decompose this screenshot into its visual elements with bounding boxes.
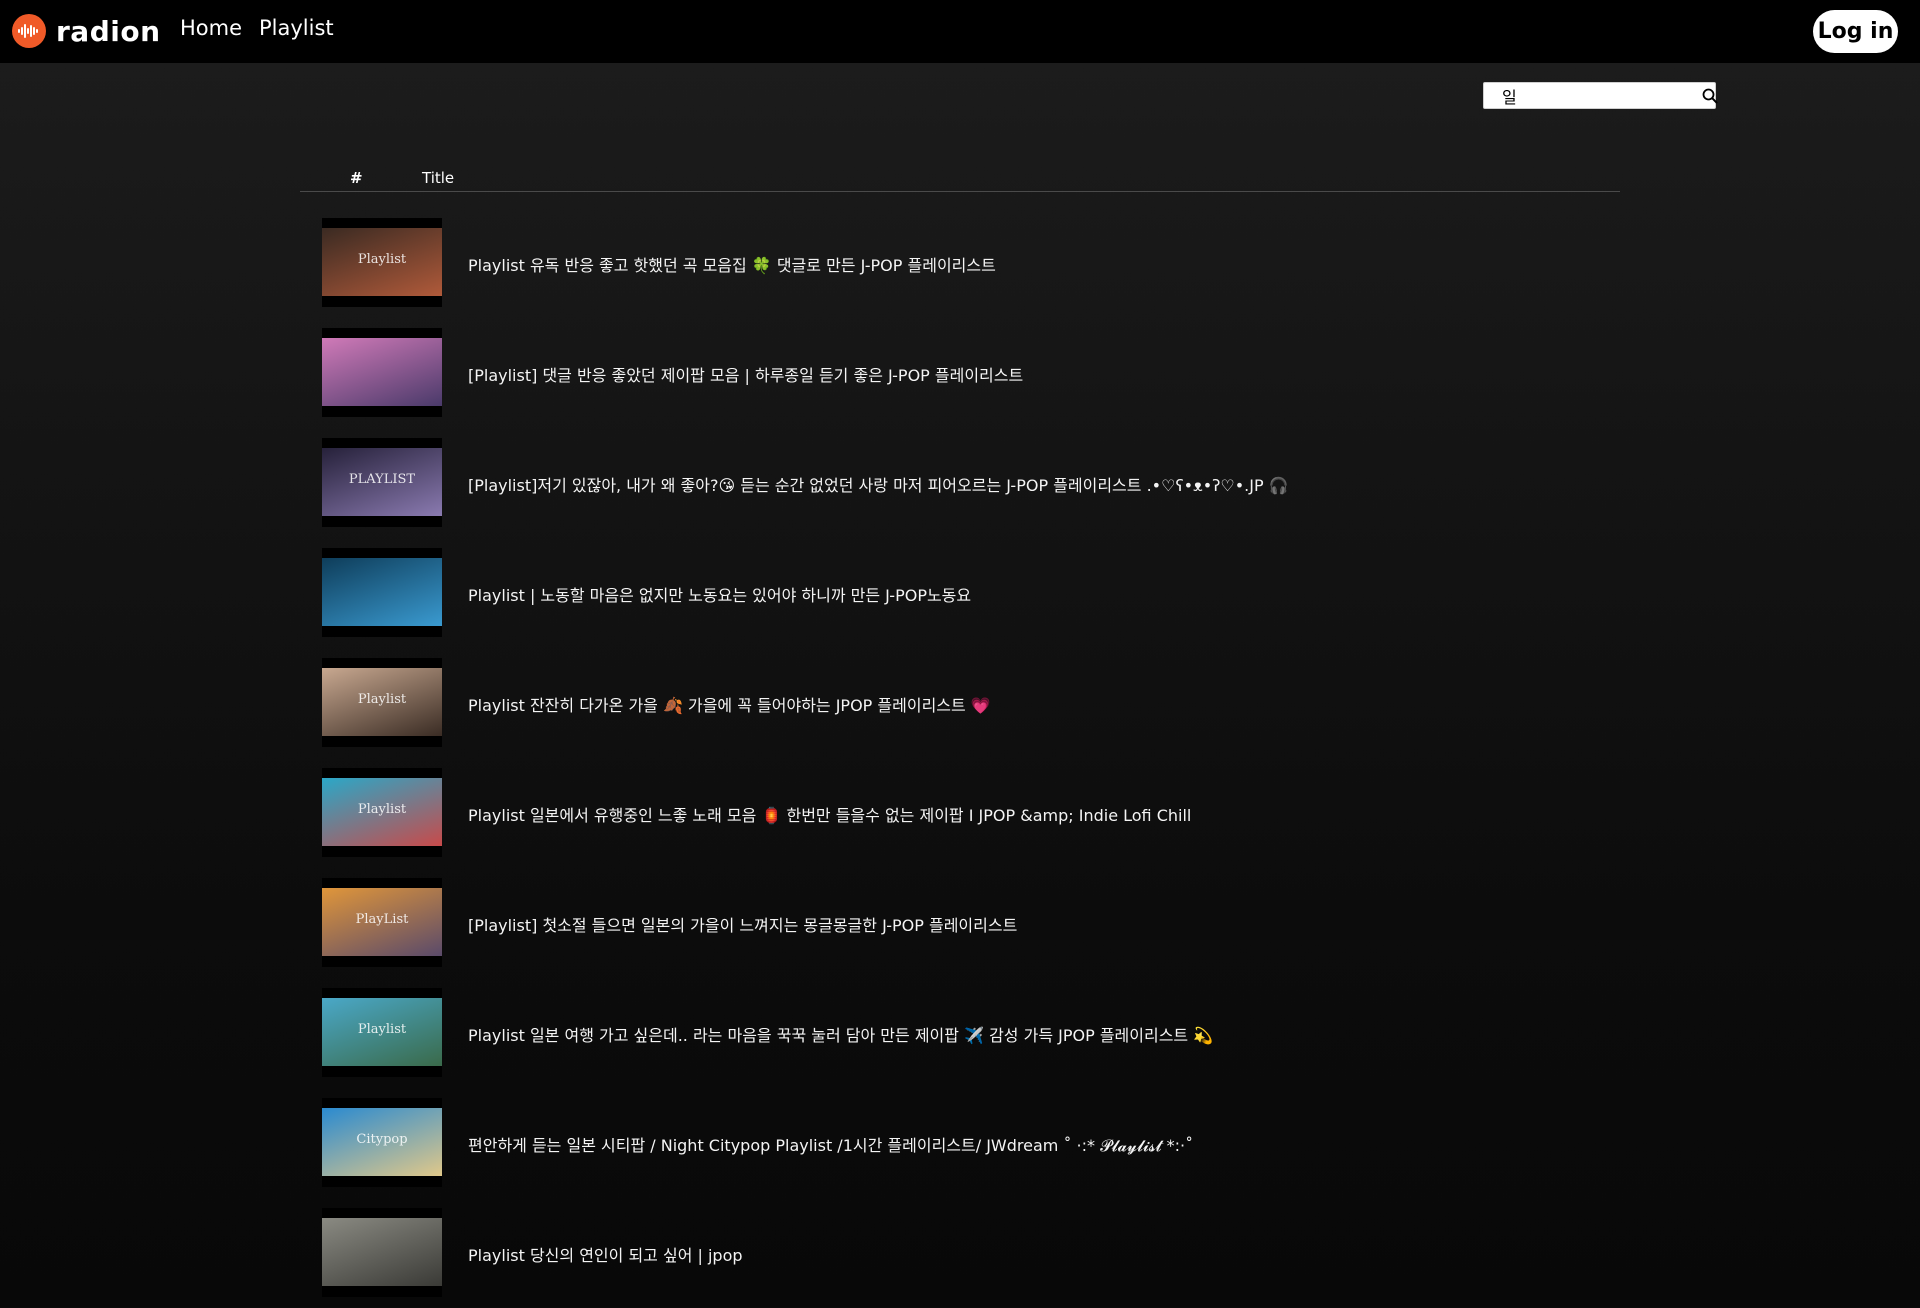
main-nav: Home Playlist (180, 16, 334, 40)
playlist-title[interactable]: Playlist | 노동할 마음은 없지만 노동요는 있어야 하니까 만든 J… (468, 582, 971, 606)
playlist-title[interactable]: [Playlist] 댓글 반응 좋았던 제이팝 모음 | 하루종일 듣기 좋은… (468, 362, 1023, 386)
playlist-row[interactable]: Playlist Playlist 유독 반응 좋고 핫했던 곡 모음집 🍀 댓글… (322, 218, 1622, 328)
thumbnail-caption: PlayList (355, 912, 409, 927)
playlist-thumbnail[interactable]: PlayList (322, 878, 442, 967)
thumbnail-caption: Playlist (357, 1022, 407, 1037)
playlist-title[interactable]: Playlist 잔잔히 다가온 가을 🍂 가을에 꼭 들어야하는 JPOP 플… (468, 692, 991, 716)
brand[interactable]: radion (12, 13, 161, 49)
brand-name: radion (56, 14, 161, 48)
thumbnail-image: Playlist (322, 668, 442, 736)
login-button[interactable]: Log in (1813, 10, 1898, 53)
top-navigation-bar: radion Home Playlist Log in (0, 0, 1920, 63)
playlist-row[interactable]: Citypop 편안하게 듣는 일본 시티팝 / Night Citypop Pl… (322, 1098, 1622, 1208)
thumbnail-caption: Playlist (357, 802, 407, 817)
playlist-thumbnail[interactable] (322, 548, 442, 637)
nav-home-link[interactable]: Home (180, 16, 242, 40)
thumbnail-image: Citypop (322, 1108, 442, 1176)
playlist-row[interactable]: Playlist | 노동할 마음은 없지만 노동요는 있어야 하니까 만든 J… (322, 548, 1622, 658)
playlist-list: Playlist Playlist 유독 반응 좋고 핫했던 곡 모음집 🍀 댓글… (322, 218, 1622, 1308)
playlist-row[interactable]: PlayList [Playlist] 첫소절 들으면 일본의 가을이 느껴지는 … (322, 878, 1622, 988)
search-box (1483, 82, 1718, 109)
playlist-title[interactable]: Playlist 당신의 연인이 되고 싶어 | jpop (468, 1242, 743, 1266)
playlist-title[interactable]: [Playlist] 첫소절 들으면 일본의 가을이 느껴지는 몽글몽글한 J-… (468, 912, 1017, 936)
playlist-title[interactable]: Playlist 일본에서 유행중인 느좋 노래 모음 🏮 한번만 들을수 없는… (468, 802, 1191, 826)
thumbnail-caption: Citypop (356, 1132, 408, 1147)
playlist-title[interactable]: 편안하게 듣는 일본 시티팝 / Night Citypop Playlist … (468, 1132, 1193, 1156)
playlist-row[interactable]: [Playlist] 댓글 반응 좋았던 제이팝 모음 | 하루종일 듣기 좋은… (322, 328, 1622, 438)
playlist-row[interactable]: Playlist Playlist 잔잔히 다가온 가을 🍂 가을에 꼭 들어야하… (322, 658, 1622, 768)
playlist-row[interactable]: Playlist Playlist 일본에서 유행중인 느좋 노래 모음 🏮 한번… (322, 768, 1622, 878)
thumbnail-image: Playlist (322, 228, 442, 296)
search-input[interactable] (1484, 84, 1702, 107)
thumbnail-image: Playlist (322, 998, 442, 1066)
playlist-row[interactable]: Playlist Playlist 일본 여행 가고 싶은데.. 라는 마음을 꾹… (322, 988, 1622, 1098)
thumbnail-image (322, 558, 442, 626)
nav-playlist-link[interactable]: Playlist (259, 16, 334, 40)
thumbnail-image: PlayList (322, 888, 442, 956)
thumbnail-image (322, 338, 442, 406)
thumbnail-caption: Playlist (357, 252, 407, 267)
search-button[interactable] (1702, 83, 1718, 108)
playlist-row[interactable]: PLAYLIST [Playlist]저기 있잖아, 내가 왜 좋아?😘 듣는 순… (322, 438, 1622, 548)
playlist-thumbnail[interactable]: Playlist (322, 988, 442, 1077)
soundwave-logo-icon (12, 14, 46, 48)
thumbnail-image: PLAYLIST (322, 448, 442, 516)
playlist-thumbnail[interactable]: PLAYLIST (322, 438, 442, 527)
column-number-header: # (350, 169, 363, 187)
thumbnail-caption: Playlist (357, 692, 407, 707)
column-title-header: Title (422, 169, 455, 187)
thumbnail-image (322, 1218, 442, 1286)
search-icon (1702, 88, 1718, 103)
thumbnail-caption: PLAYLIST (348, 472, 416, 487)
playlist-title[interactable]: [Playlist]저기 있잖아, 내가 왜 좋아?😘 듣는 순간 없었던 사랑… (468, 472, 1289, 496)
playlist-thumbnail[interactable]: Playlist (322, 768, 442, 857)
playlist-thumbnail[interactable] (322, 1208, 442, 1297)
playlist-thumbnail[interactable]: Playlist (322, 218, 442, 307)
playlist-title[interactable]: Playlist 유독 반응 좋고 핫했던 곡 모음집 🍀 댓글로 만든 J-P… (468, 252, 996, 276)
list-header: # Title (300, 168, 1620, 192)
playlist-thumbnail[interactable]: Playlist (322, 658, 442, 747)
thumbnail-image: Playlist (322, 778, 442, 846)
playlist-thumbnail[interactable]: Citypop (322, 1098, 442, 1187)
playlist-thumbnail[interactable] (322, 328, 442, 417)
playlist-title[interactable]: Playlist 일본 여행 가고 싶은데.. 라는 마음을 꾹꾹 눌러 담아 … (468, 1022, 1213, 1046)
playlist-row[interactable]: Playlist 당신의 연인이 되고 싶어 | jpop (322, 1208, 1622, 1308)
